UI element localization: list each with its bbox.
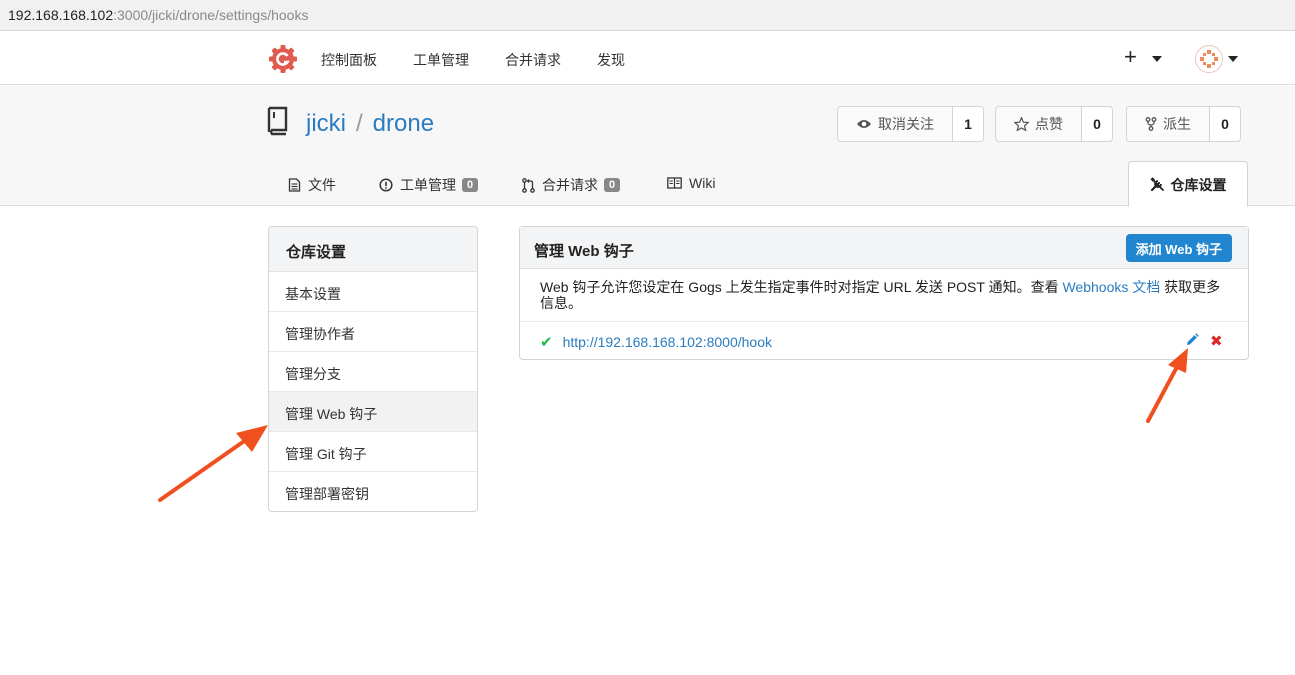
top-navbar: 控制面板 工单管理 合并请求 发现 + [0,32,1295,85]
sidebar-item-git-hooks[interactable]: 管理 Git 钩子 [269,432,477,472]
fork-button[interactable]: 派生 [1127,107,1210,141]
repo-name-link[interactable]: drone [373,110,434,137]
fork-icon [1145,117,1157,131]
nav-explore[interactable]: 发现 [597,50,625,70]
tab-wiki[interactable]: Wiki [667,175,715,191]
annotation-arrow-right [1146,348,1188,423]
settings-sidebar-title: 仓库设置 [269,227,477,272]
sidebar-item-collaborators[interactable]: 管理协作者 [269,312,477,352]
webhook-row: ✔ http://192.168.168.102:8000/hook [540,333,772,351]
fork-label: 派生 [1163,116,1191,132]
desc-text-before: Web 钩子允许您设定在 Gogs 上发生指定事件时对指定 URL 发送 POS… [540,279,1063,295]
star-button-group: 点赞 0 [995,106,1113,142]
book-open-icon [667,177,682,189]
url-path: :3000/jicki/drone/settings/hooks [113,7,309,23]
annotation-arrow-left [158,425,268,502]
avatar-pattern-icon [1200,50,1218,68]
gogs-logo-icon[interactable] [268,44,298,74]
browser-address-bar[interactable]: 192.168.168.102:3000/jicki/drone/setting… [0,0,1295,31]
add-webhook-button[interactable]: 添加 Web 钩子 [1125,234,1232,262]
pulls-count-badge: 0 [604,178,621,192]
tab-issues[interactable]: 工单管理 0 [379,175,479,195]
url-host: 192.168.168.102 [8,7,114,23]
repo-title-separator: / [356,110,363,137]
webhooks-panel: 管理 Web 钩子 添加 Web 钩子 Web 钩子允许您设定在 Gogs 上发… [519,226,1249,360]
unwatch-label: 取消关注 [878,116,934,132]
fork-count[interactable]: 0 [1210,107,1240,141]
sidebar-item-options[interactable]: 基本设置 [269,272,477,312]
settings-sidebar: 仓库设置 基本设置 管理协作者 管理分支 管理 Web 钩子 管理 Git 钩子… [268,226,478,512]
user-dropdown-caret-icon[interactable] [1228,56,1238,62]
sidebar-item-deploy-keys[interactable]: 管理部署密钥 [269,472,477,511]
unwatch-button[interactable]: 取消关注 [838,107,953,141]
tab-files-label: 文件 [308,177,336,193]
tab-pulls-label: 合并请求 [542,177,598,193]
tab-issues-label: 工单管理 [400,177,456,193]
webhooks-docs-link[interactable]: Webhooks 文档 [1062,279,1160,295]
webhook-url-link[interactable]: http://192.168.168.102:8000/hook [563,334,772,350]
repo-title: jicki / drone [306,110,434,138]
pull-request-icon [522,177,535,193]
webhooks-panel-title: 管理 Web 钩子 [534,243,634,260]
watch-count[interactable]: 1 [953,107,983,141]
url-text[interactable]: 192.168.168.102:3000/jicki/drone/setting… [8,7,308,23]
star-button[interactable]: 点赞 [996,107,1082,141]
repo-owner-link[interactable]: jicki [306,110,346,137]
eye-icon [857,120,871,128]
tab-settings-label: 仓库设置 [1170,176,1227,193]
create-dropdown-caret-icon[interactable] [1152,56,1162,62]
sidebar-item-branches[interactable]: 管理分支 [269,352,477,392]
panel-divider [520,321,1248,322]
webhooks-panel-header: 管理 Web 钩子 添加 Web 钩子 [520,227,1248,269]
repo-header: jicki / drone 取消关注 1 点赞 0 派生 0 文件 工单管理 0… [0,86,1295,207]
nav-dashboard[interactable]: 控制面板 [321,50,377,70]
tab-files[interactable]: 文件 [288,175,336,195]
tab-pulls[interactable]: 合并请求 0 [522,175,621,195]
tab-wiki-label: Wiki [689,175,716,191]
tab-settings[interactable]: 仓库设置 [1128,161,1248,207]
wrench-tools-icon [1149,177,1164,192]
issues-count-badge: 0 [462,178,479,192]
webhooks-description: Web 钩子允许您设定在 Gogs 上发生指定事件时对指定 URL 发送 POS… [540,279,1230,311]
success-check-icon: ✔ [540,334,553,351]
delete-x-icon[interactable]: ✖ [1210,332,1223,350]
file-text-icon [288,178,301,192]
repo-book-icon [267,106,288,136]
star-icon [1014,117,1029,131]
user-avatar[interactable] [1195,45,1223,73]
nav-pulls[interactable]: 合并请求 [505,50,561,70]
fork-button-group: 派生 0 [1126,106,1241,142]
issue-opened-icon [379,178,393,192]
create-new-button[interactable]: + [1124,44,1137,70]
sidebar-item-webhooks[interactable]: 管理 Web 钩子 [269,392,477,432]
star-count[interactable]: 0 [1082,107,1112,141]
nav-issues[interactable]: 工单管理 [413,50,469,70]
star-label: 点赞 [1035,116,1063,132]
watch-button-group: 取消关注 1 [837,106,984,142]
